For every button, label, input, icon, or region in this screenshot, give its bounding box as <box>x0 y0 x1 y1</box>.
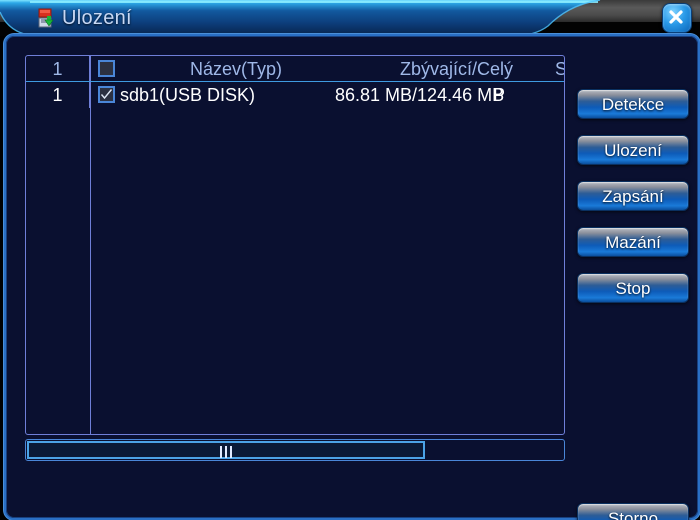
row-checkbox[interactable] <box>98 86 115 103</box>
scrollbar-thumb[interactable] <box>27 441 425 459</box>
row-index: 1 <box>26 82 90 108</box>
window-title: Ulození <box>62 7 132 29</box>
dvr-storage-window: Ulození 1 Název(Typ) Zbývající/Celý S 1 … <box>0 0 700 520</box>
row-status: P <box>493 85 506 105</box>
header-index: 1 <box>26 56 90 81</box>
save-disk-icon <box>38 8 58 28</box>
row-size: 86.81 MB/124.46 MB <box>335 85 505 105</box>
header-cells: Název(Typ) Zbývající/Celý S <box>90 56 564 81</box>
window-body-inner: 1 Název(Typ) Zbývající/Celý S 1 sdb1(USB… <box>6 36 698 520</box>
header-name: Název(Typ) <box>190 59 283 79</box>
storage-device-table: 1 Název(Typ) Zbývající/Celý S 1 sdb1(USB… <box>25 55 565 435</box>
table-column-divider <box>90 56 91 434</box>
check-icon <box>100 89 113 100</box>
close-button[interactable] <box>662 3 692 33</box>
table-header-row: 1 Název(Typ) Zbývající/Celý S <box>26 56 564 82</box>
storno-button[interactable]: Storno <box>577 503 689 520</box>
select-all-checkbox[interactable] <box>98 60 115 77</box>
detekce-button[interactable]: Detekce <box>577 89 689 119</box>
header-status: S <box>555 59 564 79</box>
window-body: 1 Název(Typ) Zbývající/Celý S 1 sdb1(USB… <box>4 34 700 520</box>
row-cells: sdb1(USB DISK) 86.81 MB/124.46 MB P <box>90 82 564 108</box>
ulozeni-button[interactable]: Ulození <box>577 135 689 165</box>
header-size: Zbývající/Celý <box>400 59 514 79</box>
row-name: sdb1(USB DISK) <box>120 85 256 105</box>
table-row[interactable]: 1 sdb1(USB DISK) 86.81 MB/124.46 MB P <box>26 82 564 108</box>
grip-lines-icon <box>220 446 232 458</box>
horizontal-scrollbar[interactable] <box>25 439 565 461</box>
close-icon <box>669 10 683 24</box>
zapsani-button[interactable]: Zapsání <box>577 181 689 211</box>
stop-button[interactable]: Stop <box>577 273 689 303</box>
mazani-button[interactable]: Mazání <box>577 227 689 257</box>
